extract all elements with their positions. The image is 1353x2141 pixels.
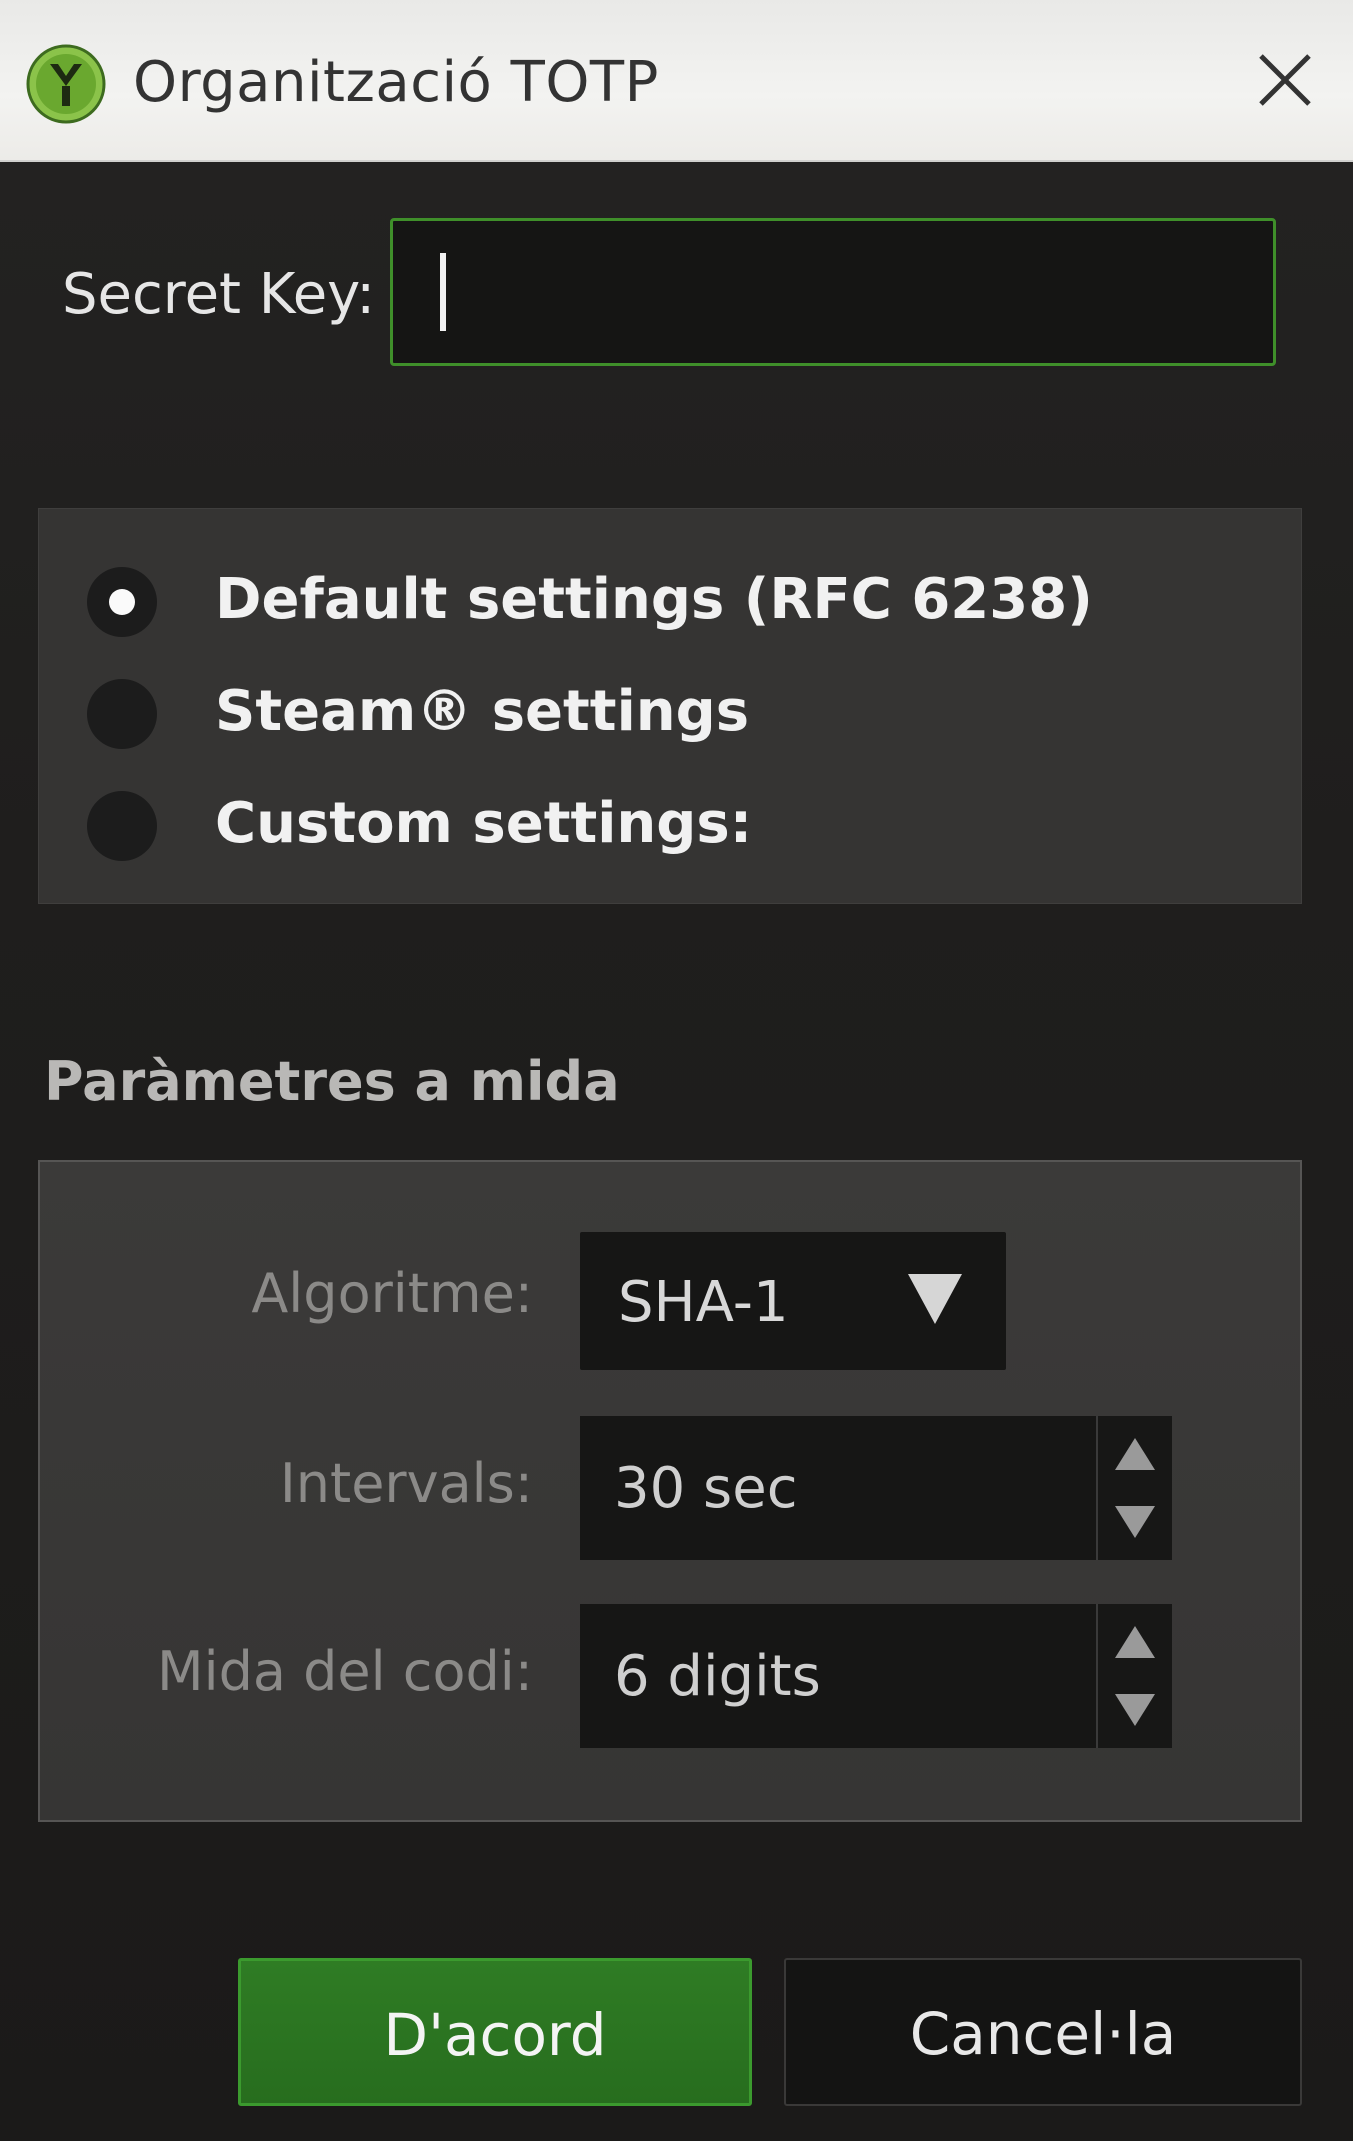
radio-button[interactable] — [87, 679, 157, 749]
text-caret — [440, 253, 446, 331]
radio-label: Default settings (RFC 6238) — [215, 567, 1093, 632]
code-size-label: Mida del codi: — [157, 1640, 533, 1703]
interval-spinbox[interactable]: 30 sec — [580, 1416, 1172, 1560]
settings-mode-group: Default settings (RFC 6238) Steam® setti… — [38, 508, 1302, 904]
interval-value: 30 sec — [614, 1456, 798, 1521]
spin-up-icon[interactable] — [1098, 1416, 1172, 1488]
yubico-logo-icon — [26, 44, 106, 124]
radio-default-settings[interactable]: Default settings (RFC 6238) — [39, 549, 1303, 649]
radio-custom-settings[interactable]: Custom settings: — [39, 773, 1303, 873]
custom-params-title: Paràmetres a mida — [44, 1050, 620, 1113]
code-size-spin-buttons — [1096, 1604, 1172, 1748]
title-bar: Organització TOTP — [0, 0, 1353, 162]
secret-key-label: Secret Key: — [62, 262, 376, 327]
cancel-button[interactable]: Cancel·la — [784, 1958, 1302, 2106]
window-title: Organització TOTP — [133, 50, 659, 115]
radio-button-checked[interactable] — [87, 567, 157, 637]
interval-spin-buttons — [1096, 1416, 1172, 1560]
code-size-spinbox[interactable]: 6 digits — [580, 1604, 1172, 1748]
spin-down-icon[interactable] — [1098, 1488, 1172, 1560]
secret-key-input[interactable] — [390, 218, 1276, 366]
code-size-value: 6 digits — [614, 1644, 821, 1709]
radio-label: Steam® settings — [215, 679, 750, 744]
radio-button[interactable] — [87, 791, 157, 861]
totp-dialog: Organització TOTP Secret Key: Default se… — [0, 0, 1353, 2141]
algorithm-select[interactable]: SHA-1 — [580, 1232, 1006, 1370]
algorithm-label: Algoritme: — [251, 1262, 533, 1325]
ok-button[interactable]: D'acord — [238, 1958, 752, 2106]
radio-label: Custom settings: — [215, 791, 753, 856]
chevron-down-icon — [908, 1274, 962, 1324]
spin-down-icon[interactable] — [1098, 1676, 1172, 1748]
spin-up-icon[interactable] — [1098, 1604, 1172, 1676]
radio-steam-settings[interactable]: Steam® settings — [39, 661, 1303, 761]
interval-label: Intervals: — [279, 1452, 533, 1515]
close-icon[interactable] — [1245, 40, 1325, 120]
algorithm-value: SHA-1 — [618, 1270, 789, 1335]
